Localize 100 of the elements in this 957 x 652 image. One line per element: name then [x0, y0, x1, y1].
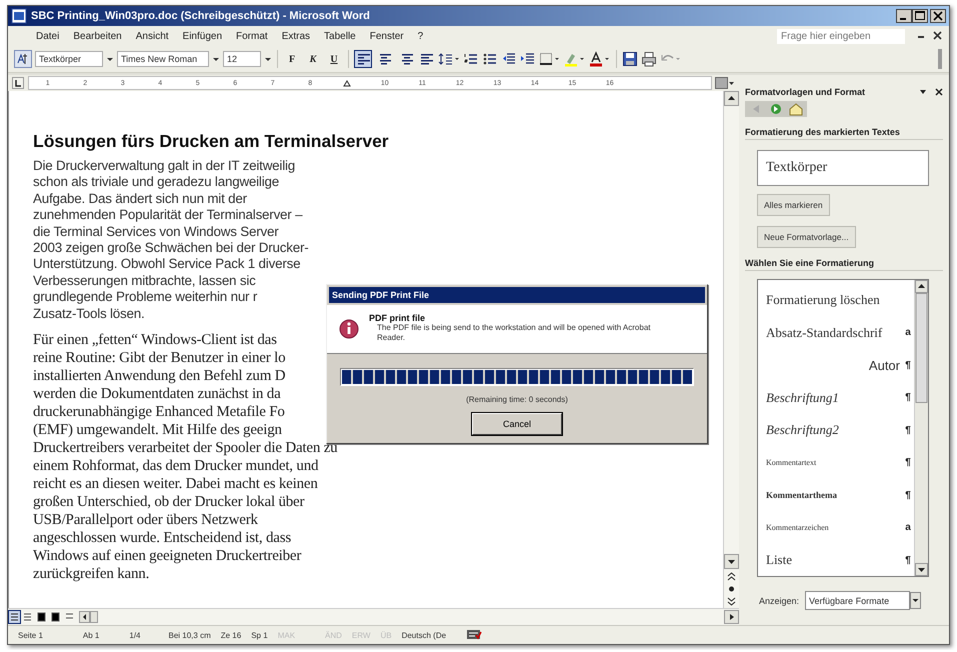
menu-item[interactable]: Datei — [30, 28, 66, 44]
maximize-button[interactable] — [912, 9, 928, 23]
status-field: Bei 10,3 cm — [168, 630, 211, 640]
view-buttons-icon[interactable] — [8, 610, 98, 624]
word-icon — [11, 8, 27, 24]
menu-item[interactable]: Einfügen — [176, 28, 228, 44]
text-line: druckerunabhängige Enhanced Metafile Fo — [33, 403, 285, 422]
status-field: 1/4 — [129, 630, 140, 640]
size-dropdown[interactable]: 12 — [223, 51, 261, 67]
close-button[interactable] — [930, 9, 946, 23]
status-field: Seite 1 — [18, 630, 43, 640]
styles-icon[interactable] — [14, 50, 32, 68]
menu-item[interactable]: Bearbeiten — [67, 28, 128, 44]
style-item[interactable]: Kommentarzeichen — [766, 523, 900, 532]
help-field[interactable]: Frage hier eingeben — [777, 28, 905, 44]
italic-button[interactable]: K — [304, 50, 322, 68]
text-line: einem Rohformat, das dem Drucker mundet, und — [33, 457, 318, 476]
pane-menu-icon[interactable] — [919, 88, 927, 96]
minimize-button[interactable] — [896, 9, 912, 23]
document-heading: Lösungen fürs Drucken am Terminalserver — [33, 131, 389, 152]
text-line: werden die Dokumentdaten zunächst in da — [33, 385, 281, 404]
menu-item[interactable]: Ansicht — [130, 28, 175, 44]
print-icon[interactable] — [641, 51, 657, 67]
text-line: schon als triviale und geradezu langweilige — [33, 174, 279, 191]
toolbar-grip-icon[interactable] — [937, 49, 943, 69]
status-field: Deutsch (De — [402, 630, 446, 640]
menu-item[interactable]: Tabelle — [318, 28, 362, 44]
numbering-icon[interactable] — [463, 51, 479, 67]
save-icon[interactable] — [622, 51, 638, 67]
style-item[interactable]: Kommentartext — [766, 458, 900, 468]
style-type-mark: a — [904, 327, 912, 338]
style-type-mark: a — [904, 522, 912, 534]
style-item[interactable]: Liste — [766, 552, 900, 568]
tab-selector-icon[interactable] — [12, 77, 24, 89]
text-line: zurückgreifen kann. — [33, 565, 150, 584]
style-type-mark: ¶ — [904, 360, 912, 371]
close-icon[interactable] — [933, 31, 943, 41]
scroll-down-icon[interactable] — [724, 554, 739, 569]
pane-title: Formatvorlagen und Format — [745, 87, 866, 97]
dialog-message: The PDF file is being send to the workstation and will be opened with Acrobat Reader. — [377, 323, 652, 343]
style-type-mark: ¶ — [904, 424, 912, 436]
menu-item[interactable]: Fenster — [364, 28, 410, 44]
text-line: zunehmenden Popularität der Terminalserver – — [33, 207, 302, 224]
bold-button[interactable]: F — [283, 50, 301, 68]
status-field: Ze 16 — [220, 630, 242, 640]
menu-item[interactable]: ? — [412, 28, 430, 44]
scroll-up-icon[interactable] — [724, 91, 739, 106]
current-style-box: Textkörper — [757, 150, 929, 186]
style-dropdown[interactable]: Textkörper — [35, 51, 103, 67]
section-heading: Wählen Sie eine Formatierung — [745, 258, 943, 271]
scroll-thumb[interactable] — [915, 293, 928, 403]
show-label: Anzeigen: — [759, 596, 800, 606]
scroll-right-icon[interactable] — [724, 610, 739, 624]
text-line: Für einen „fetten“ Windows-Client ist das — [33, 331, 277, 350]
text-line: Aufgabe. Das ändert sich nun mit der — [33, 190, 247, 208]
close-icon[interactable] — [935, 88, 943, 96]
align-left-button[interactable] — [354, 50, 372, 68]
text-line: grundlegende Probleme weiterhin nur r — [33, 289, 258, 306]
menu-item[interactable]: Format — [230, 28, 274, 44]
style-item[interactable]: Formatierung löschen — [766, 292, 900, 308]
style-item[interactable]: Beschriftung2 — [766, 422, 900, 438]
style-type-mark: ¶ — [904, 490, 912, 501]
pane-button[interactable]: Alles markieren — [757, 194, 830, 216]
style-type-mark: ¶ — [904, 392, 912, 404]
text-line: großen Unterschied, ob der Drucker lokal über — [33, 493, 304, 512]
text-line: angeschlossen wurde. Entscheidend ist, dass — [33, 529, 292, 548]
text-line: Zusatz-Tools lösen. — [33, 306, 145, 322]
font-color-icon[interactable] — [589, 51, 611, 67]
style-item[interactable]: Kommentarthema — [766, 490, 900, 500]
text-line: Windows auf einen geeigneten Druckertreiber — [33, 547, 302, 566]
style-item[interactable]: Autor — [766, 358, 900, 373]
show-dropdown[interactable]: Verfügbare Formate — [805, 591, 910, 610]
remaining-time: (Remaining time: 0 seconds) — [466, 395, 568, 404]
text-line: installierten Anwendung den Befehl zum D — [33, 367, 286, 386]
pane-button[interactable]: Neue Formatvorlage... — [757, 226, 856, 248]
line-spacing-icon[interactable] — [438, 51, 460, 67]
text-line: (EMF) umgewandelt. Mit Hilfe des geeign — [33, 421, 282, 440]
menu-item[interactable]: Extras — [276, 28, 316, 44]
spelling-icon — [466, 629, 482, 641]
scroll-down-icon[interactable] — [915, 563, 928, 576]
text-line: USB/Parallelport oder übers Netzwerk — [33, 511, 258, 530]
dialog-title: Sending PDF Print File — [329, 287, 705, 303]
text-line: die Terminal Services von Windows Server — [33, 224, 279, 240]
bullets-icon[interactable] — [482, 51, 498, 67]
text-line: Verbesserungen mitbrachte, lassen sic — [33, 272, 256, 290]
text-line: Die Druckerverwaltung galt in der IT zeitweilig — [33, 158, 295, 174]
style-item[interactable]: Absatz-Standardschrif — [766, 324, 900, 341]
text-line: reicht es an diesen weiter. Dabei macht es keinen — [33, 475, 318, 494]
font-dropdown[interactable]: Times New Roman — [117, 51, 209, 67]
style-item[interactable]: Beschriftung1 — [766, 390, 900, 406]
underline-button[interactable]: U — [325, 50, 343, 68]
cancel-button[interactable]: Cancel — [472, 413, 562, 435]
home-icon[interactable] — [787, 102, 805, 116]
window-title: SBC Printing_Win03pro.doc (Schreibgeschützt) - Microsoft Word — [31, 10, 371, 22]
text-line: Druckertreibers verarbeitet der Spooler die Daten zu — [33, 439, 338, 458]
ruler-toggle-icon[interactable] — [715, 77, 735, 89]
border-icon[interactable] — [539, 51, 561, 67]
scroll-up-icon[interactable] — [915, 280, 928, 293]
text-line: Unterstützung. Obwohl Service Pack 1 diverse — [33, 256, 300, 273]
status-field: Ab 1 — [82, 630, 100, 640]
